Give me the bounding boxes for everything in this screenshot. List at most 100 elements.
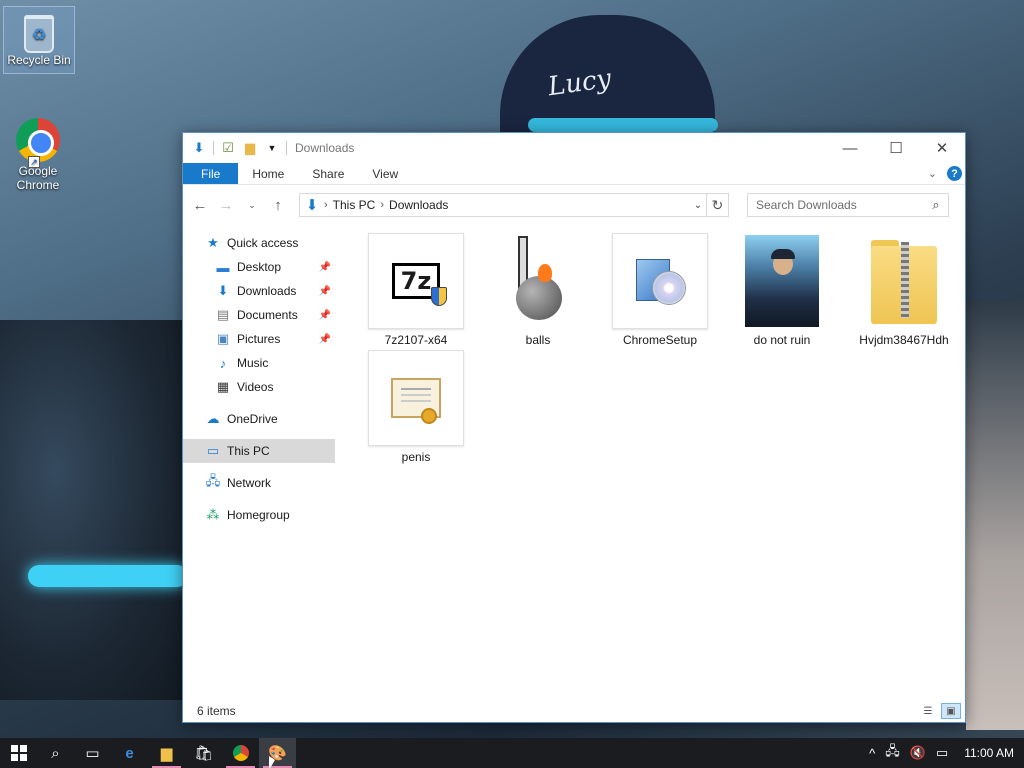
sidebar-item-label: Desktop — [237, 260, 282, 274]
sidebar-item-label: Homegroup — [227, 508, 290, 522]
file-name: 7z2107-x64 — [384, 333, 448, 347]
computer-icon: ▭ — [206, 443, 220, 458]
network-status-icon[interactable]: 🖧 — [885, 742, 900, 764]
sidebar-item-network[interactable]: 🖧 Network — [183, 471, 335, 495]
paint-icon[interactable]: 🎨 — [259, 738, 296, 768]
file-name: Hvjdm38467Hdh — [859, 333, 949, 347]
file-item[interactable]: Hvjdm38467Hdh — [843, 233, 965, 350]
sidebar-item-label: Pictures — [237, 332, 281, 346]
sidebar-item-label: OneDrive — [227, 412, 278, 426]
quick-access-toolbar: ⬇ ☑ ▆ ▼ — [191, 140, 287, 156]
properties-icon[interactable]: ☑ — [220, 140, 236, 156]
help-icon[interactable]: ? — [947, 166, 962, 181]
music-folder-icon: ♪ — [219, 355, 227, 371]
search-box[interactable]: ⌕ — [747, 193, 949, 217]
status-bar: 6 items ☰ ▣ — [183, 700, 965, 722]
ribbon-tabs: File Home Share View ⌄ ? — [183, 163, 965, 185]
tab-view[interactable]: View — [358, 163, 412, 184]
address-bar[interactable]: ⬇ › This PC › Downloads ⌄ ↻ — [299, 193, 729, 217]
downloads-arrow-icon: ⬇ — [305, 197, 319, 214]
title-bar[interactable]: ⬇ ☑ ▆ ▼ Downloads — ☐ ✕ — [183, 133, 965, 163]
file-name: penis — [401, 450, 431, 464]
downloads-arrow-icon: ⬇ — [193, 140, 205, 155]
file-item[interactable]: ChromeSetup — [599, 233, 721, 350]
close-button[interactable]: ✕ — [919, 133, 965, 163]
navigation-pane: ★ Quick access ▬ Desktop 📌 ⬇ Downloads 📌… — [183, 225, 335, 700]
shortcut-arrow-icon: ↗ — [28, 156, 40, 168]
onedrive-cloud-icon: ☁ — [206, 411, 220, 426]
sidebar-item-music[interactable]: ♪ Music — [183, 351, 335, 375]
item-count: 6 items — [197, 704, 236, 718]
navigation-bar: ← → ⌄ ↑ ⬇ › This PC › Downloads ⌄ ↻ ⌕ — [183, 185, 965, 225]
recent-locations-button[interactable]: ⌄ — [241, 194, 263, 216]
file-explorer-icon[interactable]: ▆ — [148, 738, 185, 768]
details-view-button[interactable]: ☰ — [918, 703, 938, 719]
taskbar: ⌕ ▭ e ▆ 🛍 🎨 ^ 🖧 🔇 ▭ 11:00 AM — [0, 738, 1024, 768]
system-tray: ^ 🖧 🔇 ▭ — [869, 742, 956, 764]
pin-icon: 📌 — [318, 285, 331, 297]
desktop-icon-label: Recycle Bin — [7, 53, 71, 67]
refresh-icon[interactable]: ↻ — [706, 194, 728, 216]
up-button[interactable]: ↑ — [267, 194, 289, 216]
wallpaper-hand — [966, 300, 1024, 730]
large-icons-view-button[interactable]: ▣ — [941, 703, 961, 719]
sidebar-item-downloads[interactable]: ⬇ Downloads 📌 — [183, 279, 335, 303]
file-item[interactable]: balls — [477, 233, 599, 350]
pictures-folder-icon: ▣ — [216, 331, 230, 346]
tab-file[interactable]: File — [183, 163, 239, 184]
customize-toolbar-icon[interactable]: ▼ — [264, 140, 280, 156]
sidebar-item-documents[interactable]: ▤ Documents 📌 — [183, 303, 335, 327]
action-center-icon[interactable]: ▭ — [936, 745, 948, 761]
minimize-button[interactable]: — — [827, 133, 873, 163]
volume-muted-icon[interactable]: 🔇 — [910, 745, 926, 761]
sidebar-item-desktop[interactable]: ▬ Desktop 📌 — [183, 255, 335, 279]
file-item[interactable]: penis — [355, 350, 477, 467]
start-button[interactable] — [0, 738, 37, 768]
desktop-icon-google-chrome[interactable]: ↗ Google Chrome — [2, 112, 74, 192]
documents-folder-icon: ▤ — [216, 307, 230, 322]
clock[interactable]: 11:00 AM — [964, 746, 1014, 760]
expand-ribbon-icon[interactable]: ⌄ — [928, 167, 937, 180]
network-icon: 🖧 — [205, 473, 221, 488]
sidebar-item-label: Network — [227, 476, 272, 490]
breadcrumb-downloads[interactable]: Downloads — [384, 198, 453, 212]
forward-button[interactable]: → — [215, 194, 237, 216]
sidebar-item-videos[interactable]: ▦ Videos — [183, 375, 335, 399]
window-title: Downloads — [295, 141, 355, 155]
file-item[interactable]: do not ruin — [721, 233, 843, 350]
desktop-icon-recycle-bin[interactable]: ♻ Recycle Bin — [3, 6, 75, 74]
certificate-icon — [391, 378, 441, 424]
search-input[interactable] — [756, 198, 924, 212]
file-item[interactable]: 7z 7z2107-x64 — [355, 233, 477, 350]
breadcrumb-this-pc[interactable]: This PC — [328, 198, 381, 212]
search-icon[interactable]: ⌕ — [37, 738, 74, 768]
desktop-icon-label: Google Chrome — [16, 164, 60, 192]
file-name: balls — [525, 333, 551, 347]
sidebar-item-onedrive[interactable]: ☁ OneDrive — [183, 407, 335, 431]
sidebar-item-this-pc[interactable]: ▭ This PC — [183, 439, 335, 463]
back-button[interactable]: ← — [189, 194, 211, 216]
store-icon[interactable]: 🛍 — [185, 738, 222, 768]
photo-thumbnail-icon — [745, 235, 819, 327]
task-view-icon[interactable]: ▭ — [74, 738, 111, 768]
file-explorer-window: ⬇ ☑ ▆ ▼ Downloads — ☐ ✕ File Home Share … — [182, 132, 966, 723]
setup-installer-icon — [632, 253, 688, 309]
address-dropdown-icon[interactable]: ⌄ — [690, 200, 706, 211]
chrome-icon[interactable] — [222, 738, 259, 768]
desktop-folder-icon: ▬ — [216, 259, 230, 275]
tab-home[interactable]: Home — [238, 163, 298, 184]
7zip-installer-icon: 7z — [392, 263, 447, 306]
show-hidden-icons-icon[interactable]: ^ — [869, 746, 875, 761]
new-folder-icon[interactable]: ▆ — [242, 140, 258, 156]
sidebar-item-pictures[interactable]: ▣ Pictures 📌 — [183, 327, 335, 351]
tab-share[interactable]: Share — [298, 163, 358, 184]
sidebar-item-homegroup[interactable]: ⁂ Homegroup — [183, 503, 335, 527]
edge-icon[interactable]: e — [111, 738, 148, 768]
sidebar-item-quick-access[interactable]: ★ Quick access — [183, 231, 335, 255]
sidebar-item-label: This PC — [227, 444, 270, 458]
homegroup-icon: ⁂ — [206, 507, 220, 522]
wallpaper-car-light — [28, 565, 188, 587]
image-thumbnail-icon — [508, 236, 568, 326]
sidebar-item-label: Documents — [237, 308, 298, 322]
maximize-button[interactable]: ☐ — [873, 133, 919, 163]
